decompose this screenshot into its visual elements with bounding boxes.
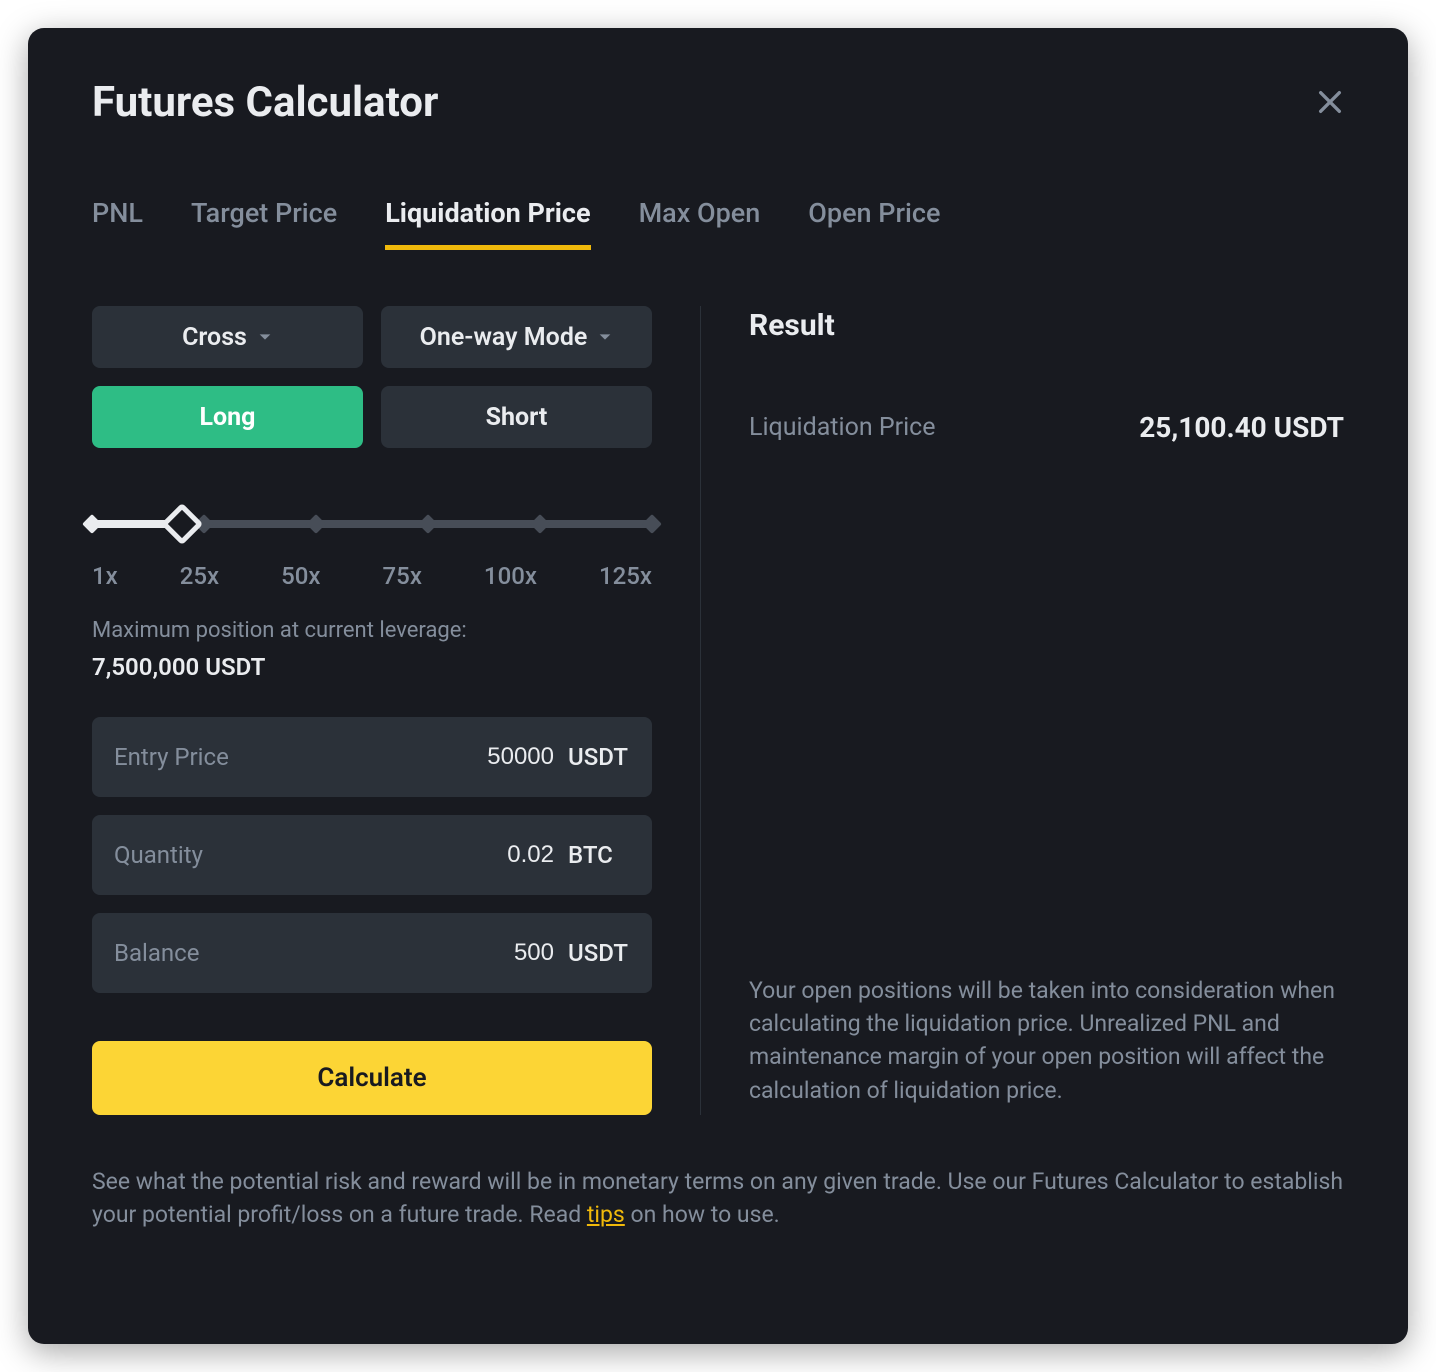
footer-note: See what the potential risk and reward w… (92, 1165, 1344, 1232)
chevron-down-icon (257, 329, 273, 345)
column-divider (700, 306, 701, 1115)
leverage-tick-label: 25x (180, 562, 219, 590)
balance-input[interactable] (199, 939, 568, 967)
position-mode-select[interactable]: One-way Mode (381, 306, 652, 368)
tab-pnl[interactable]: PNL (92, 197, 143, 250)
entry-price-input[interactable] (229, 743, 568, 771)
quantity-input[interactable] (203, 841, 568, 869)
leverage-slider[interactable]: 1x 25x 50x 75x 100x 125x Maximum positio… (92, 520, 652, 681)
margin-mode-select[interactable]: Cross (92, 306, 363, 368)
slider-thumb[interactable] (160, 503, 202, 545)
tips-link[interactable]: tips (587, 1201, 625, 1228)
footer-text-b: on how to use. (625, 1201, 780, 1228)
leverage-tick-label: 75x (383, 562, 422, 590)
close-icon (1314, 86, 1346, 122)
modal-title: Futures Calculator (92, 78, 1344, 127)
max-position-label: Maximum position at current leverage: (92, 618, 652, 643)
entry-price-label: Entry Price (114, 743, 229, 771)
tab-max-open[interactable]: Max Open (639, 197, 761, 250)
slider-tick (642, 514, 662, 534)
quantity-label: Quantity (114, 841, 203, 869)
chevron-down-icon (597, 329, 613, 345)
balance-label: Balance (114, 939, 199, 967)
margin-mode-label: Cross (182, 323, 247, 352)
leverage-tick-label: 50x (281, 562, 320, 590)
tab-target-price[interactable]: Target Price (191, 197, 337, 250)
calculate-button[interactable]: Calculate (92, 1041, 652, 1115)
leverage-tick-label: 1x (92, 562, 118, 590)
slider-track (92, 520, 652, 528)
quantity-field[interactable]: Quantity BTC (92, 815, 652, 895)
balance-unit: USDT (568, 939, 630, 967)
slider-tick (82, 514, 102, 534)
leverage-tick-label: 125x (599, 562, 652, 590)
slider-tick (418, 514, 438, 534)
tab-liquidation-price[interactable]: Liquidation Price (385, 197, 590, 250)
balance-field[interactable]: Balance USDT (92, 913, 652, 993)
max-position-value: 7,500,000 USDT (92, 653, 652, 681)
liquidation-price-value: 25,100.40 USDT (1139, 411, 1344, 444)
slider-tick (530, 514, 550, 534)
result-note: Your open positions will be taken into c… (749, 974, 1344, 1115)
position-mode-label: One-way Mode (420, 323, 588, 352)
entry-price-unit: USDT (568, 743, 630, 771)
short-button[interactable]: Short (381, 386, 652, 448)
entry-price-field[interactable]: Entry Price USDT (92, 717, 652, 797)
slider-tick (306, 514, 326, 534)
leverage-tick-label: 100x (484, 562, 537, 590)
tabs: PNL Target Price Liquidation Price Max O… (92, 197, 1344, 250)
futures-calculator-modal: Futures Calculator PNL Target Price Liqu… (28, 28, 1408, 1344)
result-title: Result (749, 308, 1344, 343)
long-button[interactable]: Long (92, 386, 363, 448)
quantity-unit: BTC (568, 841, 630, 869)
liquidation-price-label: Liquidation Price (749, 413, 1139, 442)
tab-open-price[interactable]: Open Price (808, 197, 940, 250)
close-button[interactable] (1310, 84, 1350, 124)
